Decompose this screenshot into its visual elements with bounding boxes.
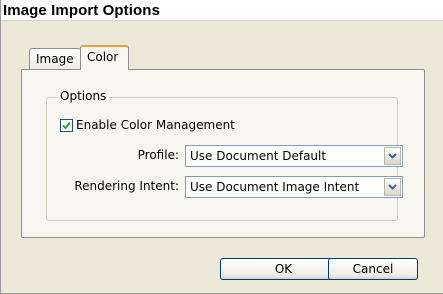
enable-color-management-row[interactable]: Enable Color Management [60,117,235,133]
title-bar: Image Import Options [1,0,443,21]
rendering-intent-label: Rendering Intent: [74,179,179,193]
enable-color-management-label: Enable Color Management [76,118,235,132]
window-title: Image Import Options [3,2,161,19]
profile-dropdown-button[interactable] [384,147,401,165]
checkmark-icon [62,121,71,129]
profile-select[interactable]: Use Document Default [185,145,403,167]
enable-color-management-checkbox[interactable] [60,118,73,132]
rendering-intent-dropdown-button[interactable] [384,178,401,196]
chevron-down-icon [388,153,397,159]
rendering-intent-select-value: Use Document Image Intent [190,180,360,194]
profile-select-value: Use Document Default [190,149,327,163]
chevron-down-icon [388,184,397,190]
cancel-button[interactable]: Cancel [328,258,418,280]
options-group-legend: Options [57,89,110,103]
tab-color[interactable]: Color [80,45,129,70]
rendering-intent-select[interactable]: Use Document Image Intent [185,176,403,198]
tab-image[interactable]: Image [29,48,81,69]
image-import-options-dialog: Image Import Options Image Color Options… [0,0,443,294]
profile-label: Profile: [137,148,179,162]
